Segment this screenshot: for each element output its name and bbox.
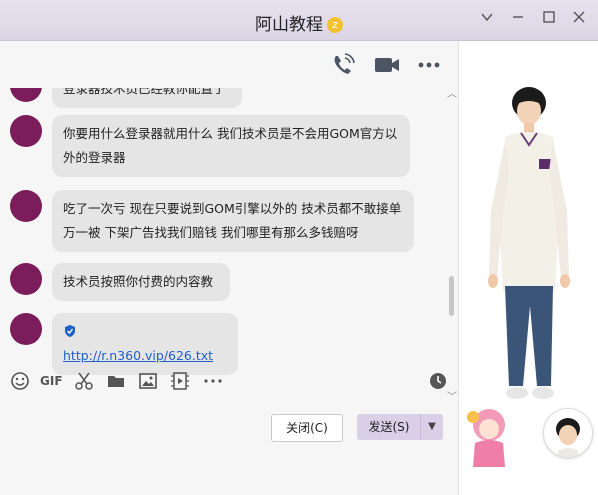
close-button[interactable]: 关闭(C) bbox=[271, 414, 343, 442]
maximize-icon[interactable] bbox=[540, 10, 558, 28]
chevron-up-icon[interactable]: ︿ bbox=[447, 88, 457, 100]
emoji-icon[interactable] bbox=[10, 371, 30, 391]
input-toolbar: GIF bbox=[0, 367, 458, 397]
message-text: 吃了一次亏 现在只要说到GOM引擎以外的 技术员都不敢接单 万一被 下架广告找我… bbox=[63, 201, 402, 240]
close-icon[interactable] bbox=[570, 10, 588, 28]
folder-icon[interactable] bbox=[106, 371, 126, 391]
avatar-figure-icon bbox=[488, 87, 570, 399]
send-options-chevron-icon[interactable]: ▼ bbox=[420, 414, 443, 440]
scissors-icon[interactable] bbox=[74, 371, 94, 391]
message-bubble: 登录器技术员已经教你配置了 bbox=[52, 88, 242, 108]
avatar bbox=[10, 115, 42, 147]
vip-badge-icon: z bbox=[327, 17, 343, 33]
shield-icon bbox=[63, 322, 77, 337]
message-bubble: 吃了一次亏 现在只要说到GOM引擎以外的 技术员都不敢接单 万一被 下架广告找我… bbox=[52, 190, 414, 252]
message-text: 技术员按照你付费的内容教 bbox=[63, 274, 214, 289]
avatar[interactable] bbox=[543, 408, 593, 458]
message-link[interactable]: http://r.n360.vip/626.txt bbox=[63, 348, 213, 363]
chat-top-toolbar bbox=[0, 41, 458, 88]
avatar bbox=[10, 263, 42, 295]
show-panel bbox=[458, 41, 598, 495]
voice-call-icon[interactable] bbox=[330, 53, 356, 77]
contact-name: 阿山教程 bbox=[255, 15, 323, 35]
minimize-icon[interactable] bbox=[509, 10, 527, 28]
cartoon-sticker-icon bbox=[467, 409, 505, 467]
chat-scrollbar[interactable] bbox=[449, 276, 454, 316]
message-bubble: 你要用什么登录器就用什么 我们技术员是不会用GOM官方以外的登录器 bbox=[52, 115, 410, 177]
chat-panel: 登录器技术员已经教你配置了 ︿ 你要用什么登录器就用什么 我们技术员是不会用GO… bbox=[0, 41, 458, 495]
avatar bbox=[10, 88, 42, 102]
chevron-down-icon[interactable] bbox=[478, 10, 496, 28]
image-icon[interactable] bbox=[138, 371, 158, 391]
message-bubble: http://r.n360.vip/626.txt bbox=[52, 313, 238, 375]
title-bar: 阿山教程 z bbox=[0, 0, 598, 41]
message-text: 登录器技术员已经教你配置了 bbox=[63, 88, 226, 96]
video-file-icon[interactable] bbox=[170, 371, 190, 391]
message-text: 你要用什么登录器就用什么 我们技术员是不会用GOM官方以外的登录器 bbox=[63, 126, 398, 165]
message-bubble: 技术员按照你付费的内容教 bbox=[52, 263, 230, 301]
gif-icon[interactable]: GIF bbox=[40, 371, 63, 391]
avatar bbox=[10, 190, 42, 222]
message-list[interactable]: 登录器技术员已经教你配置了 ︿ 你要用什么登录器就用什么 我们技术员是不会用GO… bbox=[0, 88, 458, 402]
send-button-label: 发送(S) bbox=[368, 420, 410, 434]
avatar bbox=[10, 313, 42, 345]
send-button[interactable]: 发送(S) ▼ bbox=[357, 414, 443, 440]
more-options-icon[interactable] bbox=[417, 53, 443, 77]
more-tools-icon[interactable] bbox=[203, 371, 223, 391]
history-clock-icon[interactable] bbox=[428, 371, 448, 391]
video-call-icon[interactable] bbox=[374, 53, 400, 77]
